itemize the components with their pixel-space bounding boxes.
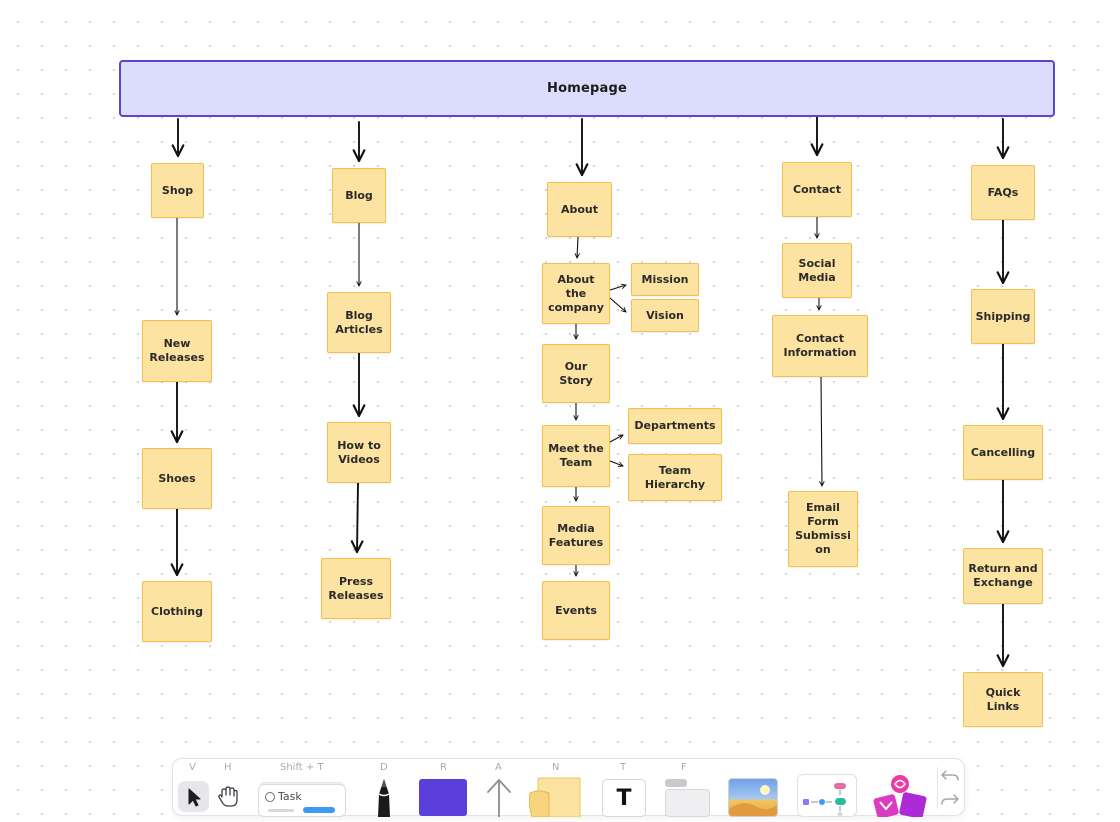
homepage-header[interactable]: Homepage [119, 60, 1055, 117]
arrow-up-icon [487, 779, 511, 818]
homepage-label: Homepage [547, 81, 627, 96]
note-media-features[interactable]: Media Features [542, 506, 610, 565]
cursor-icon [188, 788, 201, 807]
note-clothing[interactable]: Clothing [142, 581, 212, 642]
rectangle-shortcut: R [440, 762, 447, 773]
frame-tab-icon [665, 779, 687, 787]
note-blog[interactable]: Blog [332, 168, 386, 223]
select-tool-button[interactable] [178, 781, 209, 812]
text-shortcut: T [620, 762, 627, 773]
redo-icon [941, 794, 959, 805]
frame-tool-button[interactable] [665, 789, 710, 817]
select-shortcut: V [189, 762, 196, 773]
note-blog-articles[interactable]: Blog Articles [327, 292, 391, 353]
diagram-tool-button[interactable] [797, 774, 857, 817]
note-events[interactable]: Events [542, 581, 610, 640]
task-progress-placeholder [268, 809, 294, 812]
pen-icon [378, 779, 390, 817]
whiteboard-canvas[interactable]: Homepage Shop New Releases Shoes Clothin… [0, 0, 1120, 822]
integrations-tool-button[interactable] [873, 772, 929, 819]
redo-button[interactable] [939, 789, 961, 809]
task-label: Task [278, 790, 302, 803]
note-cancelling[interactable]: Cancelling [963, 425, 1043, 480]
arrow-shortcut: A [495, 762, 502, 773]
bottom-toolbar: V H Shift + T Task D R A N T T F [172, 758, 965, 819]
note-new-releases[interactable]: New Releases [142, 320, 212, 382]
note-about-company[interactable]: About the company [542, 263, 610, 324]
note-team-hierarchy[interactable]: Team Hierarchy [628, 454, 722, 501]
task-tool-button[interactable]: Task [258, 784, 346, 817]
note-social-media[interactable]: Social Media [782, 243, 852, 298]
note-faqs[interactable]: FAQs [971, 165, 1035, 220]
task-status-pill [303, 807, 335, 813]
note-meet-team[interactable]: Meet the Team [542, 425, 610, 487]
connector-layer [170, 115, 1010, 668]
hand-tool-button[interactable] [214, 781, 242, 812]
arrow-company-mission[interactable] [609, 283, 627, 291]
note-email-form[interactable]: Email Form Submissi on [788, 491, 858, 567]
text-icon: T [616, 785, 632, 811]
text-tool-button[interactable]: T [602, 779, 646, 817]
check-circle-icon [265, 792, 275, 802]
sticky-note-shortcut: N [552, 762, 560, 773]
hand-icon [218, 786, 238, 807]
note-contact[interactable]: Contact [782, 162, 852, 217]
hand-shortcut: H [224, 762, 232, 773]
frame-shortcut: F [681, 762, 687, 773]
note-contact-information[interactable]: Contact Information [772, 315, 868, 377]
note-how-to-videos[interactable]: How to Videos [327, 422, 391, 483]
note-shipping[interactable]: Shipping [971, 289, 1035, 344]
note-quick-links[interactable]: Quick Links [963, 672, 1043, 727]
sticky-note-icon [528, 777, 581, 818]
arrow-team-hierarchy[interactable] [609, 460, 624, 467]
image-tool-button[interactable] [728, 778, 778, 817]
undo-button[interactable] [939, 765, 961, 785]
arrow-videos-press[interactable] [350, 482, 364, 554]
arrow-info-email[interactable] [819, 376, 825, 487]
note-about[interactable]: About [547, 182, 612, 237]
draw-tool-button[interactable] [369, 776, 399, 817]
note-departments[interactable]: Departments [628, 408, 722, 444]
note-our-story[interactable]: Our Story [542, 344, 610, 403]
note-shop[interactable]: Shop [151, 163, 204, 218]
rectangle-color-swatch[interactable] [419, 779, 467, 816]
note-vision[interactable]: Vision [631, 299, 699, 332]
toolbar-divider [937, 767, 938, 809]
note-shoes[interactable]: Shoes [142, 448, 212, 509]
arrow-tool-button[interactable] [484, 776, 514, 818]
integrations-icon [873, 775, 927, 819]
diagram-icon [803, 783, 846, 817]
arrow-company-vision[interactable] [609, 297, 627, 313]
draw-shortcut: D [380, 762, 388, 773]
task-shortcut: Shift + T [280, 762, 324, 773]
arrow-team-departments[interactable] [609, 434, 624, 443]
arrow-about-company[interactable] [574, 236, 580, 259]
undo-icon [941, 770, 959, 781]
note-press-releases[interactable]: Press Releases [321, 558, 391, 619]
sticky-note-tool-button[interactable] [528, 777, 581, 818]
image-icon [729, 785, 777, 816]
note-return-exchange[interactable]: Return and Exchange [963, 548, 1043, 604]
note-mission[interactable]: Mission [631, 263, 699, 296]
